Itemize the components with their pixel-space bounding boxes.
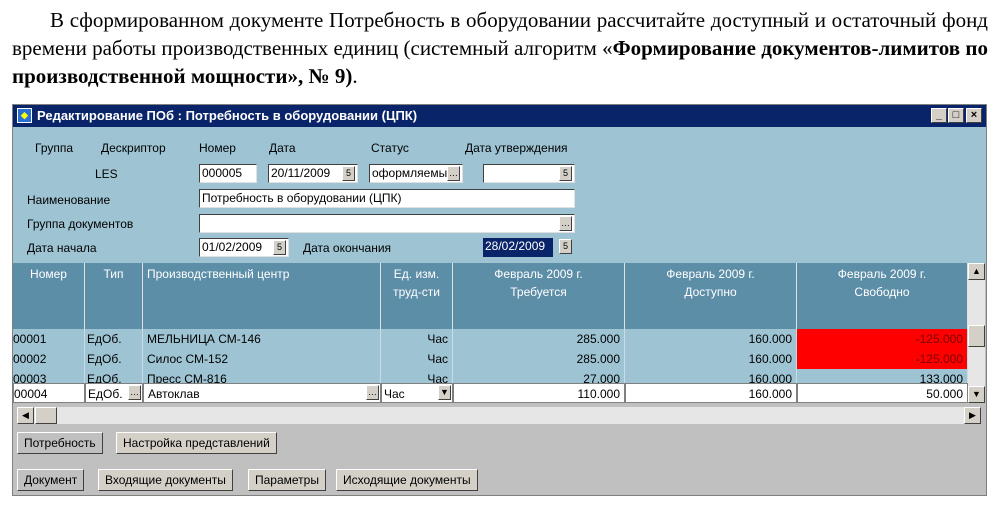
cell-center: МЕЛЬНИЦА СМ-146 [143,329,381,349]
calendar-icon[interactable]: 5 [342,166,355,181]
tab-outgoing-docs[interactable]: Исходящие документы [336,469,478,491]
app-icon: ◆ [17,108,32,123]
cell-free[interactable]: 50.000 [797,383,968,403]
number-label: Номер [199,141,236,155]
equipment-table: Номер Тип Производственный центр Ед. изм… [13,263,968,403]
status-label: Статус [371,141,409,155]
dropdown-arrow-icon[interactable]: ▼ [438,385,451,400]
scroll-thumb[interactable] [968,325,985,347]
cell-center[interactable]: Автоклав … [143,383,381,403]
cell-required: 285.000 [453,349,625,369]
approval-date-label: Дата утверждения [465,141,568,155]
scroll-right-icon[interactable]: ▶ [964,407,981,424]
tabs-top: Потребность Настройка представлений [13,429,986,457]
instruction-text: В сформированном документе Потребность в… [12,8,988,88]
ellipsis-icon[interactable]: … [559,216,572,231]
window-title: Редактирование ПОб : Потребность в обору… [37,108,418,123]
doc-group-label: Группа документов [27,217,134,231]
tab-potrebnost[interactable]: Потребность [17,432,103,454]
name-label: Наименование [27,193,111,207]
doc-group-field[interactable]: … [199,214,575,233]
status-field[interactable]: оформляемы … [369,164,463,183]
descriptor-label: Дескриптор [101,141,166,155]
scroll-up-icon[interactable]: ▲ [968,263,985,280]
cell-required[interactable]: 110.000 [453,383,625,403]
date-label: Дата [269,141,296,155]
column-header-center[interactable]: Производственный центр [143,263,381,329]
close-button[interactable]: × [966,108,982,123]
table-row-editing[interactable]: 00004 ЕдОб. … Автоклав … Час ▼ 110.000 1… [13,383,968,403]
document-window: ◆ Редактирование ПОб : Потребность в обо… [12,104,987,496]
cell-type[interactable]: ЕдОб. … [85,383,143,403]
ellipsis-icon[interactable]: … [447,166,460,181]
scroll-left-icon[interactable]: ◀ [17,407,34,424]
table-row[interactable]: 00001 ЕдОб. МЕЛЬНИЦА СМ-146 Час 285.000 … [13,329,968,349]
tab-incoming-docs[interactable]: Входящие документы [98,469,233,491]
cell-free-negative: -125.000 [797,329,968,349]
document-header-form: Группа Дескриптор Номер Дата Статус Дата… [13,127,986,263]
maximize-button[interactable]: □ [948,108,964,123]
vertical-scrollbar[interactable]: ▲ ▼ [968,263,985,403]
end-date-field[interactable]: 28/02/2009 5 [483,238,575,257]
cell-center: Силос СМ-152 [143,349,381,369]
group-label: Группа [35,141,74,155]
cell-type: ЕдОб. [85,329,143,349]
approval-date-field[interactable]: 5 [483,164,575,183]
cell-type: ЕдОб. [85,349,143,369]
calendar-icon[interactable]: 5 [559,239,572,254]
column-header-available[interactable]: Февраль 2009 г. Доступно [625,263,797,329]
cell-unit: Час [381,349,453,369]
cell-number[interactable]: 00004 [13,383,85,403]
column-header-type[interactable]: Тип [85,263,143,329]
start-date-field[interactable]: 01/02/2009 5 [199,238,289,257]
column-header-unit[interactable]: Ед. изм. труд-сти [381,263,453,329]
cell-required: 285.000 [453,329,625,349]
horizontal-scrollbar[interactable]: ◀ ▶ [17,407,981,424]
tab-view-settings[interactable]: Настройка представлений [116,432,277,454]
scroll-down-icon[interactable]: ▼ [968,386,985,403]
ellipsis-icon[interactable]: … [366,385,379,400]
calendar-icon[interactable]: 5 [273,240,286,255]
column-header-required[interactable]: Февраль 2009 г. Требуется [453,263,625,329]
cell-available[interactable]: 160.000 [625,383,797,403]
ellipsis-icon[interactable]: … [128,385,141,400]
number-field[interactable]: 000005 [199,164,257,183]
cell-free-negative: -125.000 [797,349,968,369]
column-header-free[interactable]: Февраль 2009 г. Свободно [797,263,968,329]
start-date-label: Дата начала [27,241,97,255]
calendar-icon[interactable]: 5 [559,166,572,181]
tab-parameters[interactable]: Параметры [248,469,326,491]
date-field[interactable]: 20/11/2009 5 [268,164,358,183]
name-field[interactable]: Потребность в оборудовании (ЦПК) [199,189,575,208]
scroll-thumb[interactable] [35,407,57,424]
descriptor-value: LES [95,167,118,181]
cell-unit[interactable]: Час ▼ [381,383,453,403]
cell-unit: Час [381,329,453,349]
cell-available: 160.000 [625,329,797,349]
cell-available: 160.000 [625,349,797,369]
end-date-label: Дата окончания [303,241,392,255]
tab-document[interactable]: Документ [17,469,85,491]
column-header-number[interactable]: Номер [13,263,85,329]
table-row[interactable]: 00002 ЕдОб. Силос СМ-152 Час 285.000 160… [13,349,968,369]
tabs-bottom: Документ Входящие документы Параметры Ис… [13,465,986,493]
cell-number: 00002 [13,349,85,369]
minimize-button[interactable]: _ [931,108,947,123]
window-title-bar[interactable]: ◆ Редактирование ПОб : Потребность в обо… [13,105,986,127]
cell-number: 00001 [13,329,85,349]
